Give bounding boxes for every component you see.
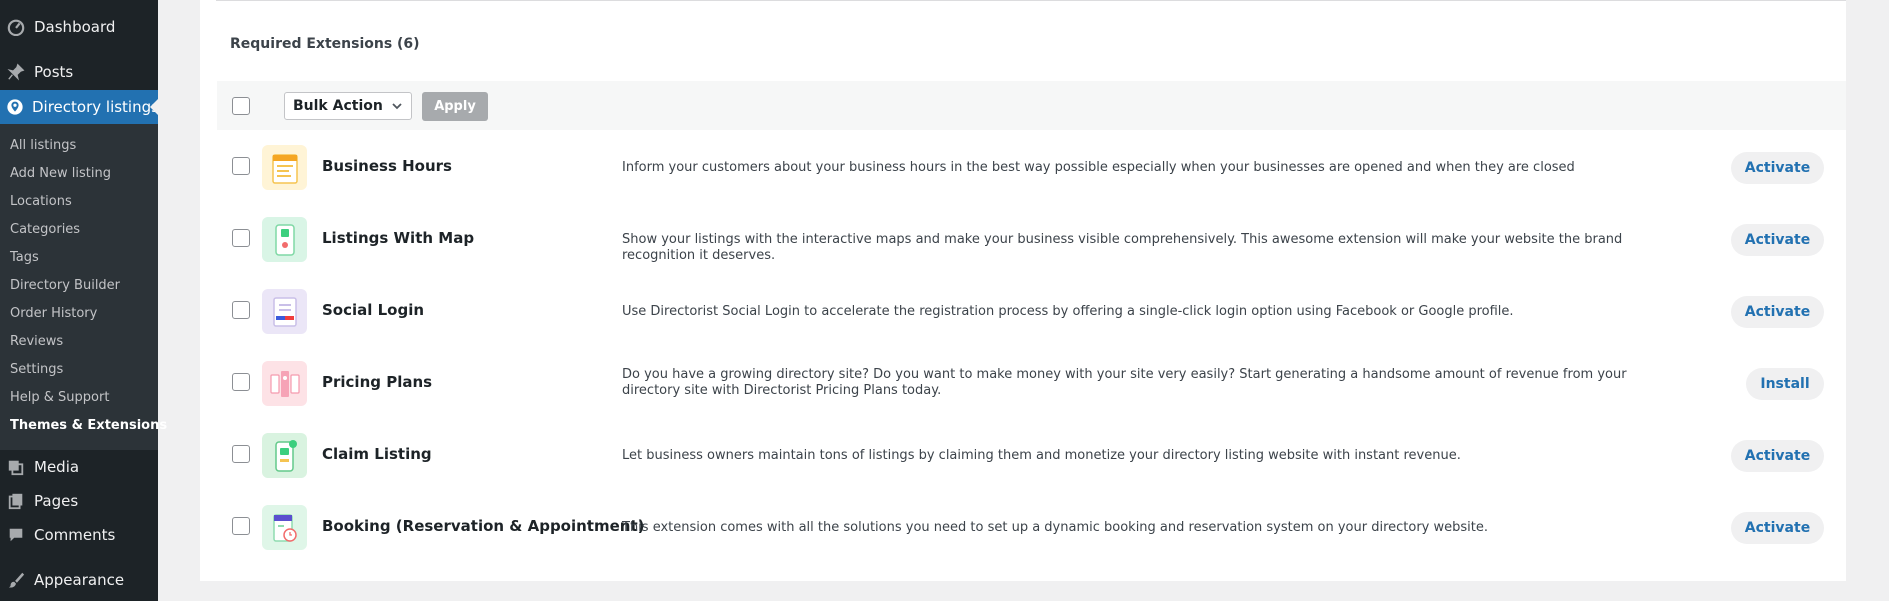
submenu-locations[interactable]: Locations — [10, 194, 72, 209]
social-login-thumbnail-icon — [262, 289, 307, 334]
submenu-add-new-listing[interactable]: Add New listing — [10, 166, 111, 181]
pin-icon — [6, 62, 26, 82]
directory-submenu: All listings Add New listing Locations C… — [0, 124, 167, 450]
extension-name: Claim Listing — [322, 445, 432, 463]
submenu-directory-builder[interactable]: Directory Builder — [10, 278, 120, 293]
apply-button[interactable]: Apply — [422, 92, 488, 121]
extension-row: Business Hours Inform your customers abo… — [200, 131, 1846, 203]
extensions-card: Required Extensions (6) Bulk Action Appl… — [200, 0, 1846, 581]
menu-directory-listings[interactable]: Directory listings — [0, 90, 159, 124]
row-checkbox[interactable] — [232, 157, 250, 175]
activate-button[interactable]: Activate — [1731, 152, 1824, 184]
directory-icon — [6, 97, 24, 117]
chevron-down-icon — [391, 100, 403, 116]
activate-button[interactable]: Activate — [1731, 224, 1824, 256]
submenu-tags[interactable]: Tags — [10, 250, 39, 265]
bulk-toolbar: Bulk Action Apply — [217, 81, 1846, 130]
extension-row: Booking (Reservation & Appointment) This… — [200, 491, 1846, 563]
submenu-help-support[interactable]: Help & Support — [10, 390, 109, 405]
extension-name: Social Login — [322, 301, 425, 319]
listings-map-thumbnail-icon — [262, 217, 307, 262]
bulk-action-select[interactable]: Bulk Action — [284, 92, 412, 120]
activate-button[interactable]: Activate — [1731, 512, 1824, 544]
extension-description: Let business owners maintain tons of lis… — [622, 448, 1461, 463]
menu-comments[interactable]: Comments — [0, 518, 158, 552]
extension-row: Listings With Map Show your listings wit… — [200, 203, 1846, 275]
row-checkbox[interactable] — [232, 445, 250, 463]
submenu-settings[interactable]: Settings — [10, 362, 63, 377]
extension-row: Social Login Use Directorist Social Logi… — [200, 275, 1846, 347]
comments-icon — [6, 525, 26, 545]
extension-description: Show your listings with the interactive … — [622, 232, 1623, 263]
row-checkbox[interactable] — [232, 229, 250, 247]
divider — [216, 0, 1846, 1]
select-all-checkbox[interactable] — [232, 97, 250, 115]
activate-button[interactable]: Activate — [1731, 296, 1824, 328]
booking-thumbnail-icon — [262, 505, 307, 550]
row-checkbox[interactable] — [232, 373, 250, 391]
pricing-plans-thumbnail-icon — [262, 361, 307, 406]
claim-listing-thumbnail-icon — [262, 433, 307, 478]
extension-name: Booking (Reservation & Appointment) — [322, 517, 645, 535]
menu-pages[interactable]: Pages — [0, 484, 158, 518]
row-checkbox[interactable] — [232, 517, 250, 535]
submenu-all-listings[interactable]: All listings — [10, 138, 76, 153]
extension-name: Business Hours — [322, 157, 452, 175]
section-title: Required Extensions (6) — [230, 36, 420, 52]
dashboard-icon — [6, 17, 26, 37]
extension-description: Inform your customers about your busines… — [622, 160, 1575, 175]
submenu-reviews[interactable]: Reviews — [10, 334, 63, 349]
extension-row: Pricing Plans Do you have a growing dire… — [200, 347, 1846, 419]
pages-icon — [6, 491, 26, 511]
extension-description: Do you have a growing directory site? Do… — [622, 367, 1627, 398]
row-checkbox[interactable] — [232, 301, 250, 319]
brush-icon — [6, 570, 26, 590]
submenu-themes-extensions[interactable]: Themes & Extensions — [10, 418, 167, 433]
menu-posts[interactable]: Posts — [0, 55, 158, 89]
menu-dashboard[interactable]: Dashboard — [0, 10, 158, 44]
install-button[interactable]: Install — [1746, 368, 1824, 400]
media-icon — [6, 457, 26, 477]
business-hours-thumbnail-icon — [262, 145, 307, 190]
extension-description: Use Directorist Social Login to accelera… — [622, 304, 1514, 319]
submenu-order-history[interactable]: Order History — [10, 306, 97, 321]
admin-sidebar: Dashboard Posts Directory listings All l… — [0, 0, 167, 601]
extension-row: Claim Listing Let business owners mainta… — [200, 419, 1846, 491]
menu-appearance[interactable]: Appearance — [0, 563, 158, 597]
extension-name: Listings With Map — [322, 229, 475, 247]
menu-media[interactable]: Media — [0, 450, 158, 484]
extension-description: This extension comes with all the soluti… — [622, 520, 1488, 535]
activate-button[interactable]: Activate — [1731, 440, 1824, 472]
submenu-categories[interactable]: Categories — [10, 222, 80, 237]
extension-name: Pricing Plans — [322, 373, 433, 391]
